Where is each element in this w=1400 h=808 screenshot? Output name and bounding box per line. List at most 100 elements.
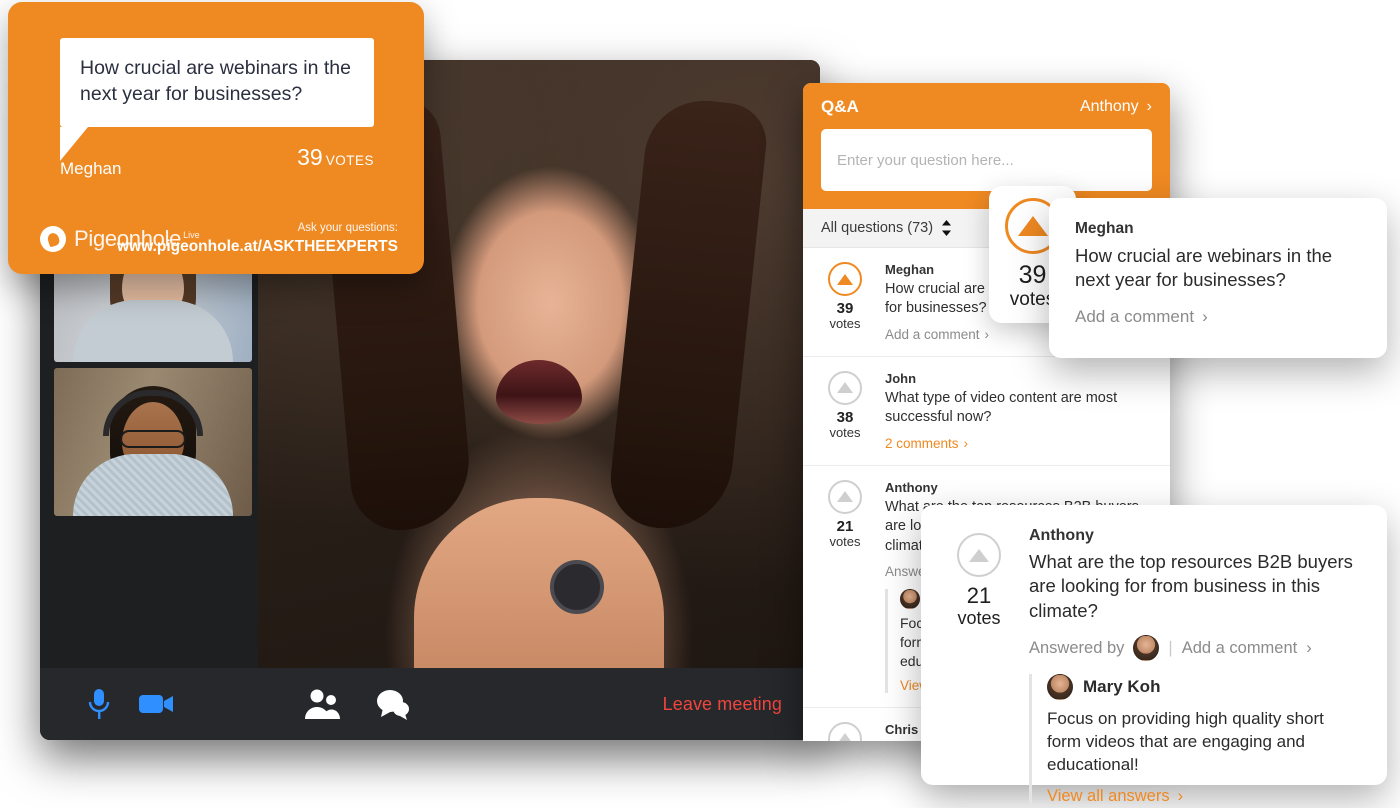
question-body: John What type of video content are most… bbox=[885, 371, 1152, 451]
avatar-body bbox=[73, 454, 233, 516]
qa-list-item[interactable]: 38 votes John What type of video content… bbox=[803, 357, 1170, 466]
vote-column[interactable]: 21 votes bbox=[819, 479, 871, 693]
speaker-watch bbox=[550, 560, 605, 614]
upvote-triangle-icon bbox=[1017, 215, 1048, 236]
glasses-icon bbox=[120, 430, 186, 448]
view-all-answers-label: View all answers bbox=[1047, 786, 1170, 805]
callout-meta-row: Answered by | Add a comment › bbox=[1029, 635, 1361, 662]
overlay-cta: Ask your questions: www.pigeonhole.at/AS… bbox=[117, 222, 398, 256]
qa-user-name: Anthony bbox=[1079, 98, 1139, 115]
avatar-body bbox=[73, 300, 233, 362]
upvote-button[interactable] bbox=[828, 262, 862, 296]
upvote-button[interactable] bbox=[828, 370, 862, 405]
upvote-triangle-icon bbox=[837, 273, 853, 285]
speaker-hands bbox=[414, 498, 664, 668]
qa-header-row: Q&A Anthony › bbox=[821, 97, 1152, 117]
anthony-question-callout-card[interactable]: 21 votes Anthony What are the top resour… bbox=[921, 505, 1387, 806]
vote-count: 21 bbox=[966, 583, 992, 608]
vote-column[interactable]: 39 votes bbox=[819, 262, 871, 342]
chevron-right-icon: › bbox=[1146, 98, 1152, 115]
sort-updown-icon bbox=[942, 220, 952, 236]
upvote-button[interactable] bbox=[828, 479, 862, 514]
overlay-votes-number: 39 bbox=[297, 144, 323, 170]
comments-link[interactable]: 2 comments › bbox=[885, 436, 1152, 451]
upvote-button[interactable] bbox=[957, 533, 1001, 577]
pigeonhole-overlay-card: How crucial are webinars in the next yea… bbox=[8, 2, 424, 274]
qa-filter-label: All questions (73) bbox=[821, 220, 934, 236]
screenshot-root: Leave meeting How crucial are webinars i… bbox=[0, 0, 1400, 808]
participant-thumbnail-2[interactable] bbox=[54, 368, 252, 516]
overlay-question-text: How crucial are webinars in the next yea… bbox=[80, 57, 351, 105]
speech-bubble-tail bbox=[60, 127, 88, 161]
overlay-votes-label: VOTES bbox=[325, 153, 374, 168]
question-input[interactable]: Enter your question here... bbox=[821, 129, 1152, 191]
answer-header: Mary Koh bbox=[1047, 674, 1361, 701]
vote-count: 38 bbox=[836, 408, 854, 426]
callout-author: Meghan bbox=[1075, 220, 1134, 237]
avatar bbox=[1047, 674, 1073, 701]
overlay-cta-small: Ask your questions: bbox=[297, 222, 398, 234]
overlay-author: Meghan bbox=[60, 159, 122, 178]
answered-by-label: Answered by bbox=[1029, 638, 1125, 657]
participants-icon[interactable] bbox=[302, 688, 342, 720]
vote-label: votes bbox=[957, 608, 1001, 629]
callout-question-text: How crucial are webinars in the next yea… bbox=[1075, 245, 1333, 291]
speaker-mouth bbox=[496, 360, 582, 424]
leave-meeting-button[interactable]: Leave meeting bbox=[663, 694, 782, 715]
upvote-triangle-icon bbox=[837, 382, 853, 394]
vote-column[interactable]: 38 votes bbox=[819, 370, 871, 451]
question-author: John bbox=[885, 370, 917, 386]
upvote-triangle-icon bbox=[837, 733, 853, 741]
qa-header: Q&A Anthony › Enter your question here..… bbox=[803, 83, 1170, 209]
bird-icon bbox=[45, 231, 61, 247]
meta-separator: | bbox=[1168, 638, 1173, 657]
overlay-cta-url: www.pigeonhole.at/ASKTHEEXPERTS bbox=[116, 238, 398, 255]
add-comment-label: Add a comment bbox=[885, 326, 980, 342]
pigeonhole-logo-icon bbox=[40, 226, 66, 252]
toolbar-left-group bbox=[86, 687, 176, 721]
qa-title: Q&A bbox=[821, 97, 859, 116]
chevron-right-icon: › bbox=[1177, 786, 1184, 805]
answer-author: Mary Koh bbox=[1083, 677, 1161, 697]
vote-label: votes bbox=[829, 533, 861, 549]
answer-text: Focus on providing high quality short fo… bbox=[1047, 709, 1324, 774]
speaker-hair-right bbox=[605, 94, 771, 536]
vote-count: 21 bbox=[836, 517, 854, 535]
callout-author: Anthony bbox=[1029, 527, 1094, 544]
toolbar-right-group: Leave meeting bbox=[663, 694, 782, 715]
vote-label: votes bbox=[829, 316, 861, 332]
vote-label: votes bbox=[829, 425, 861, 441]
question-author: Anthony bbox=[885, 479, 938, 495]
vote-column[interactable]: 21 votes bbox=[947, 527, 1011, 763]
chevron-right-icon: › bbox=[1202, 306, 1208, 326]
vote-callout-number: 39 bbox=[1018, 260, 1047, 289]
callout-body: Anthony What are the top resources B2B b… bbox=[1029, 527, 1361, 806]
chat-bubble-icon[interactable] bbox=[374, 688, 410, 720]
avatar bbox=[900, 588, 920, 609]
upvote-triangle-icon bbox=[837, 491, 853, 503]
toolbar-center-group bbox=[302, 688, 410, 720]
add-comment-link[interactable]: Add a comment › bbox=[1075, 307, 1361, 327]
avatar bbox=[1133, 635, 1160, 662]
overlay-votes: 39 VOTES bbox=[297, 144, 374, 171]
vote-count: 39 bbox=[836, 300, 854, 317]
chevron-right-icon: › bbox=[963, 435, 969, 451]
view-all-answers-link[interactable]: View all answers › bbox=[1047, 787, 1361, 806]
meghan-question-callout-card[interactable]: Meghan How crucial are webinars in the n… bbox=[1049, 198, 1387, 358]
qa-user-menu[interactable]: Anthony › bbox=[1080, 98, 1152, 116]
add-comment-label: Add a comment bbox=[1075, 306, 1195, 326]
video-camera-icon[interactable] bbox=[138, 687, 176, 721]
comments-label: 2 comments bbox=[885, 435, 959, 451]
question-text: What type of video content are most succ… bbox=[885, 389, 1118, 426]
video-toolbar: Leave meeting bbox=[40, 668, 820, 740]
chevron-right-icon: › bbox=[1306, 638, 1312, 657]
callout-question-text: What are the top resources B2B buyers ar… bbox=[1029, 551, 1353, 621]
upvote-button[interactable] bbox=[828, 721, 862, 741]
microphone-icon[interactable] bbox=[86, 687, 112, 721]
speech-bubble: How crucial are webinars in the next yea… bbox=[60, 38, 374, 128]
add-comment-link[interactable]: Add a comment bbox=[1182, 639, 1298, 658]
answer-block: Mary Koh Focus on providing high quality… bbox=[1029, 674, 1361, 806]
chevron-right-icon: › bbox=[984, 326, 990, 342]
upvote-triangle-icon bbox=[969, 548, 989, 562]
vote-column[interactable]: 16 votes bbox=[819, 721, 871, 741]
